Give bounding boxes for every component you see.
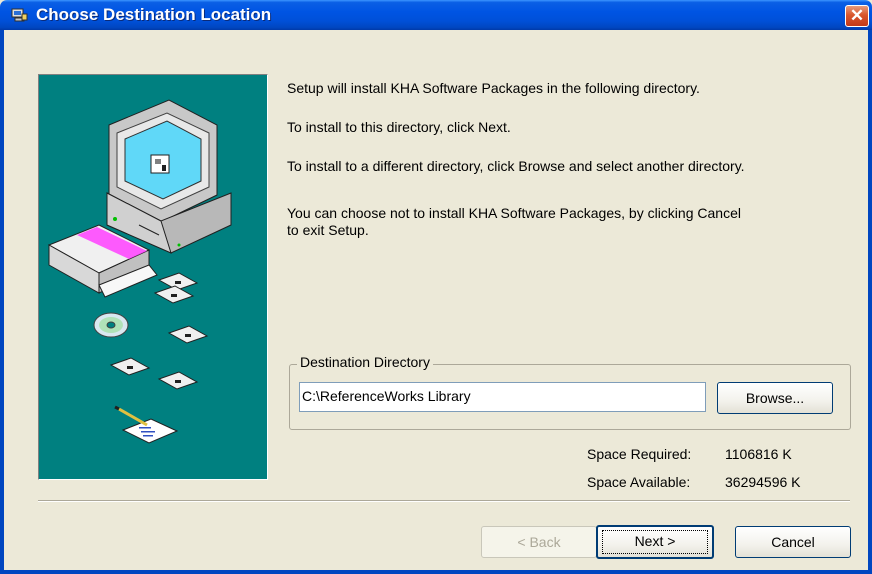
computer-install-illustration <box>47 99 232 444</box>
intro-message: Setup will install KHA Software Packages… <box>287 80 700 96</box>
next-button[interactable]: Next > <box>596 525 714 559</box>
space-required-label: Space Required: <box>587 446 692 462</box>
title-bar[interactable]: Choose Destination Location ✕ <box>0 0 872 30</box>
window-frame-left <box>0 30 4 574</box>
destination-group-label: Destination Directory <box>297 354 433 370</box>
setup-computer-icon <box>11 8 28 22</box>
browse-button[interactable]: Browse... <box>717 382 833 414</box>
window-frame-bottom <box>0 570 872 574</box>
window-title: Choose Destination Location <box>36 5 272 24</box>
close-button[interactable]: ✕ <box>845 5 869 27</box>
space-required-value: 1106816 K <box>725 446 792 462</box>
close-icon: ✕ <box>849 6 865 25</box>
space-available-value: 36294596 K <box>725 474 801 490</box>
button-separator-highlight <box>38 501 850 502</box>
window-frame-right <box>868 30 872 574</box>
install-here-message: To install to this directory, click Next… <box>287 119 511 135</box>
setup-dialog: Choose Destination Location ✕ Setup will… <box>0 0 872 574</box>
focus-rectangle <box>602 530 708 554</box>
illustration-panel <box>38 74 268 480</box>
space-available-label: Space Available: <box>587 474 691 490</box>
cancel-message-line-2: to exit Setup. <box>287 222 369 238</box>
destination-path-field[interactable]: C:\ReferenceWorks Library <box>299 382 706 412</box>
browse-message: To install to a different directory, cli… <box>287 158 745 174</box>
cancel-button[interactable]: Cancel <box>735 526 851 558</box>
cancel-message-line-1: You can choose not to install KHA Softwa… <box>287 205 741 221</box>
back-button[interactable]: < Back <box>481 526 597 558</box>
